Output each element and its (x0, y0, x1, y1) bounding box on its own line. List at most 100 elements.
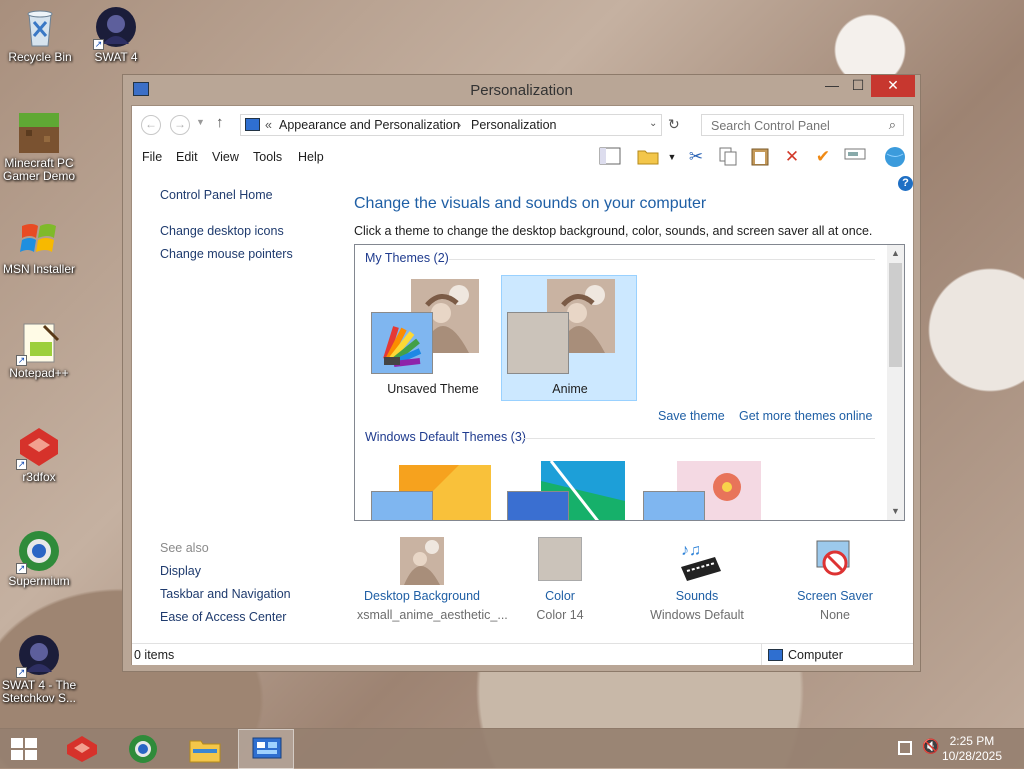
start-button[interactable] (0, 729, 48, 769)
personalization-window: Personalization — ☐ ✕ ← → ▼ ↑ « Appearan… (122, 74, 921, 672)
color-link[interactable]: Color Color 14 (495, 537, 625, 622)
address-prefix: « (265, 118, 272, 132)
close-button[interactable]: ✕ (871, 75, 915, 97)
sounds-icon: ♪♫ (675, 537, 721, 581)
clock[interactable]: 2:25 PM 10/28/2025 (942, 734, 1002, 764)
get-more-themes-link[interactable]: Get more themes online (739, 409, 872, 423)
back-button[interactable]: ← (141, 115, 161, 135)
shortcut-arrow-icon: ↗ (16, 459, 27, 470)
properties-check-icon[interactable]: ✔ (811, 146, 835, 168)
taskbar: 🔇 2:25 PM 10/28/2025 (0, 728, 1024, 769)
page-title: Change the visuals and sounds on your co… (354, 195, 707, 212)
menu-view[interactable]: View (212, 150, 239, 164)
theme-flowers[interactable] (637, 455, 773, 520)
network-icon[interactable] (898, 741, 912, 755)
page-description: Click a theme to change the desktop back… (354, 224, 873, 238)
clock-date: 10/28/2025 (941, 749, 1002, 763)
group-divider (449, 259, 875, 260)
help-icon[interactable]: ? (898, 176, 913, 191)
address-toolbar: ← → ▼ ↑ « Appearance and Personalization… (132, 106, 913, 142)
scroll-up-arrow-icon[interactable]: ▲ (887, 245, 904, 262)
control-panel-location-icon (245, 118, 260, 131)
color-fan-icon (383, 326, 422, 367)
taskbar-supermium[interactable] (115, 729, 171, 769)
search-box[interactable]: ⌕ (701, 114, 904, 136)
taskbar-control-panel[interactable] (238, 729, 294, 769)
desktop-background-link[interactable]: Desktop Background xsmall_anime_aestheti… (357, 537, 508, 622)
shortcut-arrow-icon: ↗ (16, 563, 27, 574)
scroll-down-arrow-icon[interactable]: ▼ (887, 503, 904, 520)
supermium-icon: ↗ (16, 530, 60, 574)
search-icon[interactable]: ⌕ (889, 117, 896, 133)
menu-tools[interactable]: Tools (253, 150, 282, 164)
theme-windows[interactable] (365, 455, 501, 520)
up-arrow-icon[interactable]: ↑ (216, 114, 224, 131)
recycle-bin-icon (19, 6, 61, 48)
recent-locations-chevron-icon[interactable]: ▼ (196, 117, 205, 127)
svg-text:♪♫: ♪♫ (681, 542, 701, 559)
globe-icon[interactable] (883, 146, 907, 168)
folder-options-dropdown-icon[interactable]: ▼ (660, 146, 684, 168)
desktop-icon-minecraft[interactable]: Minecraft PC Gamer Demo (0, 112, 79, 183)
title-bar[interactable]: Personalization — ☐ ✕ (123, 75, 920, 105)
see-also-heading: See also (160, 541, 209, 555)
theme-color-swatch (507, 491, 569, 520)
taskbar-navigation-link[interactable]: Taskbar and Navigation (160, 587, 291, 601)
minecraft-icon (18, 112, 60, 154)
address-dropdown-icon[interactable]: ⌄ (649, 118, 657, 129)
control-panel-home-link[interactable]: Control Panel Home (160, 188, 273, 202)
theme-lines-and-colors[interactable] (501, 455, 637, 520)
screen-saver-link[interactable]: Screen Saver None (770, 537, 900, 622)
desktop-icon-recycle-bin[interactable]: Recycle Bin (0, 6, 80, 64)
color-swatch-icon (538, 537, 582, 581)
shortcut-arrow-icon: ↗ (16, 355, 27, 366)
sounds-link[interactable]: ♪♫ Sounds Windows Default (632, 537, 762, 622)
scroll-thumb[interactable] (889, 263, 902, 367)
save-theme-link[interactable]: Save theme (658, 409, 725, 423)
display-link[interactable]: Display (160, 564, 201, 578)
change-desktop-icons-link[interactable]: Change desktop icons (160, 224, 284, 238)
layout-pane-icon[interactable] (598, 146, 622, 168)
swat4-stetchkov-icon: ↗ (16, 634, 60, 678)
paste-icon[interactable] (748, 146, 772, 168)
volume-muted-icon[interactable]: 🔇 (922, 738, 939, 755)
menu-edit[interactable]: Edit (176, 150, 198, 164)
status-bar: 0 items Computer (132, 643, 913, 665)
theme-color-swatch (371, 312, 433, 374)
breadcrumb-appearance[interactable]: Appearance and Personalization (279, 118, 460, 132)
desktop-icon-r3dfox[interactable]: ↗ r3dfox (0, 426, 79, 484)
breadcrumb-personalization[interactable]: Personalization (471, 118, 556, 132)
change-mouse-pointers-link[interactable]: Change mouse pointers (160, 247, 293, 261)
menu-file[interactable]: File (142, 150, 162, 164)
my-themes-heading[interactable]: My Themes (2) (365, 251, 449, 265)
computer-icon (768, 649, 783, 661)
folder-options-icon[interactable] (636, 146, 660, 168)
ease-of-access-link[interactable]: Ease of Access Center (160, 610, 286, 624)
cut-icon[interactable]: ✂ (684, 146, 708, 168)
refresh-icon[interactable]: ↻ (668, 116, 680, 133)
desktop-icon-notepadpp[interactable]: ↗ Notepad++ (0, 322, 79, 380)
theme-anime[interactable]: Anime (501, 275, 637, 401)
theme-list-scrollbar[interactable]: ▲ ▼ (887, 245, 904, 520)
copy-icon[interactable] (716, 146, 740, 168)
maximize-button[interactable]: ☐ (843, 75, 873, 97)
status-location: Computer (788, 648, 843, 662)
shortcut-arrow-icon: ↗ (16, 667, 27, 678)
taskbar-file-explorer[interactable] (177, 729, 233, 769)
theme-unsaved[interactable]: Unsaved Theme (365, 275, 501, 401)
address-bar[interactable]: « Appearance and Personalization › Perso… (240, 114, 662, 136)
rename-icon[interactable] (843, 146, 867, 168)
shortcut-arrow-icon: ↗ (93, 39, 104, 50)
taskbar-r3dfox[interactable] (54, 729, 110, 769)
delete-icon[interactable]: ✕ (780, 146, 804, 168)
menu-help[interactable]: Help (298, 150, 324, 164)
desktop-icon-swat4-stetchkov[interactable]: ↗ SWAT 4 - The Stetchkov S... (0, 634, 79, 705)
desktop-icon-msn[interactable]: MSN Installer (0, 218, 79, 276)
swat4-icon: ↗ (93, 6, 137, 50)
desktop-icon-swat4[interactable]: ↗ SWAT 4 (76, 6, 156, 64)
desktop-icon-supermium[interactable]: ↗ Supermium (0, 530, 79, 588)
forward-button[interactable]: → (170, 115, 190, 135)
item-count: 0 items (134, 648, 175, 662)
search-input[interactable] (709, 118, 879, 134)
default-themes-heading[interactable]: Windows Default Themes (3) (365, 430, 526, 444)
